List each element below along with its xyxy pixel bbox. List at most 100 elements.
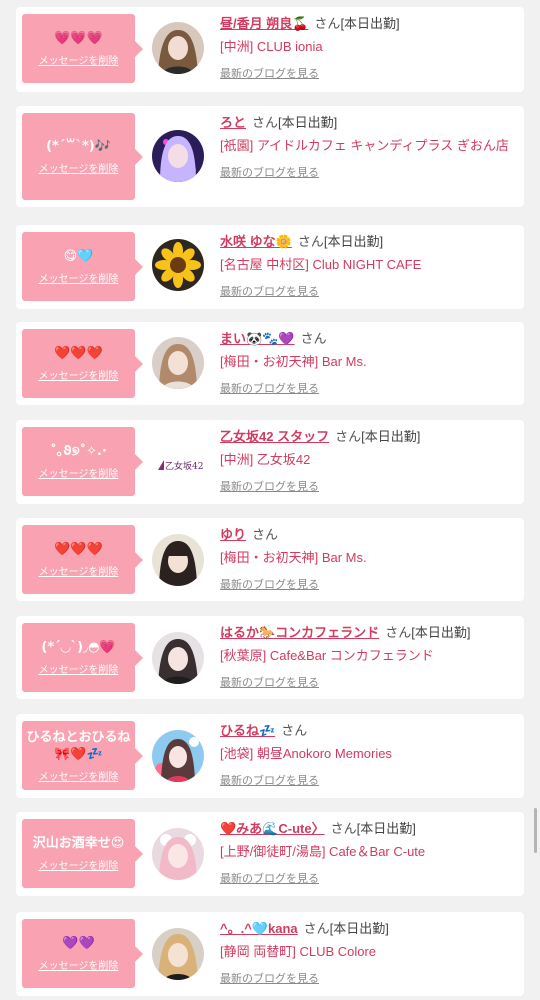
shop-name: [池袋] 朝昼Anokoro Memories — [220, 746, 392, 761]
shop-name: [梅田・お初天神] Bar Ms. — [220, 354, 367, 369]
shop-name: [梅田・お初天神] Bar Ms. — [220, 550, 367, 565]
list-item: ❤️❤️❤️ メッセージを削除 まい🐼🐾💜 さん [梅田・お初天神] Bar Ms… — [16, 322, 524, 405]
list-item: 😋🩵 メッセージを削除 水咲 ゆな🌼 さん[本日出勤] [名古屋 中村区] Clu… — [16, 225, 524, 309]
latest-blog-link[interactable]: 最新のブログを見る — [220, 674, 319, 690]
list-item: (*´◡`)◞◓💗 メッセージを削除 はるか🐎コンカフェランド さん[本日出勤] … — [16, 616, 524, 699]
latest-blog-link[interactable]: 最新のブログを見る — [220, 283, 319, 299]
delete-message-link[interactable]: メッセージを削除 — [39, 465, 119, 480]
shop-name: [名古屋 中村区] Club NIGHT CAFE — [220, 257, 422, 272]
list-item: 💗💗💗 メッセージを削除 昼/香月 朔良🍒 さん[本日出勤] [中洲] CLUB … — [16, 7, 524, 92]
status-label: [本日出勤] — [340, 16, 400, 31]
message-text: 💜💜 — [62, 936, 95, 951]
list-item: ˚｡ϑ୭˚✧.· メッセージを削除 乙女坂42 乙女坂42 スタッフ さん[本日出… — [16, 420, 524, 504]
message-bubble: 沢山お酒幸せ😍 メッセージを削除 — [22, 819, 143, 888]
latest-blog-link[interactable]: 最新のブログを見る — [220, 65, 319, 81]
message-text: ˚｡ϑ୭˚✧.· — [50, 444, 107, 459]
delete-message-link[interactable]: メッセージを削除 — [39, 957, 119, 972]
list-item: ひるねとおひるね 🎀❤️💤 メッセージを削除 ひるね💤 さん [池袋] 朝昼Ano… — [16, 714, 524, 798]
status-label: [本日出勤] — [361, 429, 421, 444]
delete-message-link[interactable]: メッセージを削除 — [39, 661, 119, 676]
delete-message-link[interactable]: メッセージを削除 — [39, 52, 119, 67]
list-item: 💜💜 メッセージを削除 ^。.^🩵kana さん[本日出勤] [静岡 両替町] C… — [16, 912, 524, 996]
scrollbar[interactable] — [534, 808, 537, 853]
message-bubble: ❤️❤️❤️ メッセージを削除 — [22, 525, 143, 594]
cast-name-link[interactable]: 水咲 ゆな🌼 — [220, 234, 292, 249]
avatar[interactable] — [152, 632, 204, 684]
shop-name: [秋葉原] Cafe&Bar コンカフェランド — [220, 648, 434, 663]
avatar[interactable] — [152, 22, 204, 74]
avatar[interactable] — [152, 534, 204, 586]
san-label: さん — [385, 625, 412, 640]
shop-name: [中洲] CLUB ionia — [220, 39, 323, 54]
cast-name-link[interactable]: ろと — [220, 115, 246, 130]
status-label: [本日出勤] — [329, 921, 389, 936]
cast-name-link[interactable]: まい🐼🐾💜 — [220, 331, 295, 346]
san-label: さん — [300, 331, 327, 346]
status-label: [本日出勤] — [411, 625, 471, 640]
status-label: [本日出勤] — [278, 115, 338, 130]
cast-name-link[interactable]: 昼/香月 朔良🍒 — [220, 16, 308, 31]
san-label: さん — [252, 527, 279, 542]
latest-blog-link[interactable]: 最新のブログを見る — [220, 380, 319, 396]
cast-name-link[interactable]: ❤️みあ🌊C-ute〉 — [220, 821, 325, 836]
message-text: (*´꒳`*)🎶 — [46, 139, 111, 154]
delete-message-link[interactable]: メッセージを削除 — [39, 160, 119, 175]
message-bubble: 💗💗💗 メッセージを削除 — [22, 14, 143, 83]
shop-name: [静岡 両替町] CLUB Colore — [220, 944, 377, 959]
avatar[interactable]: 乙女坂42 — [152, 436, 204, 488]
san-label: さん — [303, 921, 330, 936]
cast-name-link[interactable]: ひるね💤 — [220, 723, 275, 738]
message-text: ひるねとおひるね 🎀❤️💤 — [26, 729, 131, 762]
delete-message-link[interactable]: メッセージを削除 — [39, 768, 119, 783]
latest-blog-link[interactable]: 最新のブログを見る — [220, 576, 319, 592]
shop-name: [中洲] 乙女坂42 — [220, 452, 311, 467]
message-bubble: 💜💜 メッセージを削除 — [22, 919, 143, 988]
message-text: 💗💗💗 — [54, 31, 103, 46]
avatar[interactable] — [152, 928, 204, 980]
message-text: (*´◡`)◞◓💗 — [41, 640, 116, 655]
avatar[interactable] — [152, 828, 204, 880]
message-text: 沢山お酒幸せ😍 — [32, 836, 125, 851]
latest-blog-link[interactable]: 最新のブログを見る — [220, 970, 319, 986]
status-label: [本日出勤] — [356, 821, 416, 836]
delete-message-link[interactable]: メッセージを削除 — [39, 270, 119, 285]
latest-blog-link[interactable]: 最新のブログを見る — [220, 478, 319, 494]
list-item: (*´꒳`*)🎶 メッセージを削除 ろと さん[本日出勤] [祇園] アイドルカフ… — [16, 106, 524, 207]
latest-blog-link[interactable]: 最新のブログを見る — [220, 870, 319, 886]
avatar[interactable] — [152, 337, 204, 389]
san-label: さん — [314, 16, 341, 31]
delete-message-link[interactable]: メッセージを削除 — [39, 563, 119, 578]
san-label: さん — [252, 115, 279, 130]
message-bubble: 😋🩵 メッセージを削除 — [22, 232, 143, 301]
message-list: 💗💗💗 メッセージを削除 昼/香月 朔良🍒 さん[本日出勤] [中洲] CLUB … — [0, 0, 540, 1000]
cast-name-link[interactable]: 乙女坂42 スタッフ — [220, 429, 329, 444]
cast-name-link[interactable]: ^。.^🩵kana — [220, 921, 298, 936]
latest-blog-link[interactable]: 最新のブログを見る — [220, 164, 319, 180]
message-bubble: ˚｡ϑ୭˚✧.· メッセージを削除 — [22, 427, 143, 496]
message-text: ❤️❤️❤️ — [54, 346, 103, 361]
san-label: さん — [335, 429, 362, 444]
message-bubble: (*´꒳`*)🎶 メッセージを削除 — [22, 113, 143, 200]
message-bubble: ❤️❤️❤️ メッセージを削除 — [22, 329, 143, 398]
san-label: さん — [330, 821, 357, 836]
delete-message-link[interactable]: メッセージを削除 — [39, 367, 119, 382]
delete-message-link[interactable]: メッセージを削除 — [39, 857, 119, 872]
message-text: 😋🩵 — [63, 249, 94, 264]
avatar[interactable] — [152, 239, 204, 291]
avatar[interactable] — [152, 130, 204, 182]
message-bubble: (*´◡`)◞◓💗 メッセージを削除 — [22, 623, 143, 692]
list-item: ❤️❤️❤️ メッセージを削除 ゆり さん [梅田・お初天神] Bar Ms. 最… — [16, 518, 524, 601]
cast-name-link[interactable]: ゆり — [220, 527, 246, 542]
avatar[interactable] — [152, 730, 204, 782]
san-label: さん — [281, 723, 308, 738]
latest-blog-link[interactable]: 最新のブログを見る — [220, 772, 319, 788]
status-label: [本日出勤] — [323, 234, 384, 249]
list-item: 沢山お酒幸せ😍 メッセージを削除 ❤️みあ🌊C-ute〉 さん[本日出勤] [上野… — [16, 812, 524, 896]
message-bubble: ひるねとおひるね 🎀❤️💤 メッセージを削除 — [22, 721, 143, 790]
shop-name: [上野/御徒町/湯島] Cafe＆Bar C-ute — [220, 844, 426, 859]
message-text: ❤️❤️❤️ — [54, 542, 103, 557]
cast-name-link[interactable]: はるか🐎コンカフェランド — [220, 625, 379, 640]
san-label: さん — [297, 234, 324, 249]
shop-logo-text: 乙女坂42 — [165, 460, 203, 472]
shop-name: [祇園] アイドルカフェ キャンディプラス ぎおん店 — [220, 138, 509, 153]
